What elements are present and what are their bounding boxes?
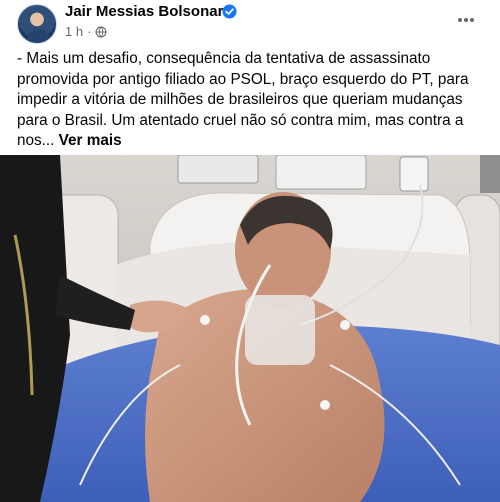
post-text: - Mais um desafio, consequência da tenta… — [17, 49, 487, 152]
more-options-icon[interactable] — [456, 10, 476, 30]
author-avatar[interactable] — [17, 4, 57, 44]
hospital-photo-illustration — [0, 155, 500, 502]
meta-separator: · — [87, 24, 92, 39]
see-more-link[interactable]: Ver mais — [59, 132, 122, 149]
author-name[interactable]: Jair Messias Bolsonaro — [65, 3, 233, 20]
globe-icon — [95, 26, 107, 37]
post-meta: 1 h · — [65, 24, 107, 39]
post-time[interactable]: 1 h — [65, 24, 83, 39]
verified-badge-icon — [222, 4, 237, 19]
post-photo[interactable] — [0, 155, 500, 502]
post-header: Jair Messias Bolsonaro 1 h · — [0, 0, 500, 50]
